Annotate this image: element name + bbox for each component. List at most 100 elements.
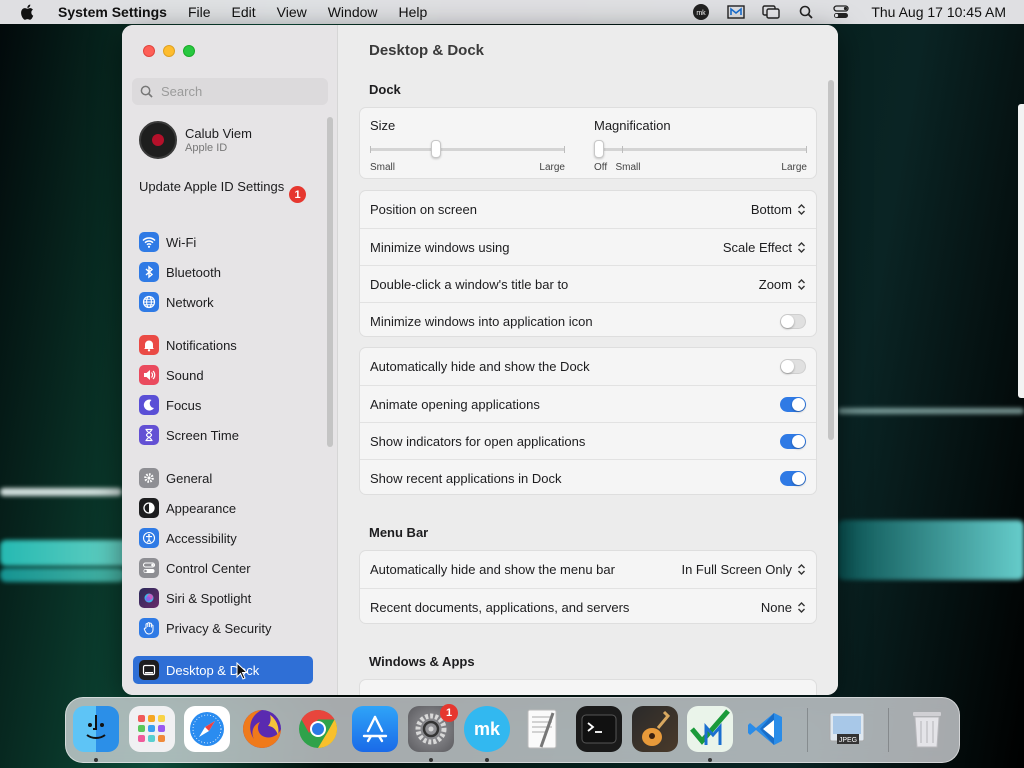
size-slider-thumb[interactable] (431, 140, 442, 158)
close-button[interactable] (143, 45, 155, 57)
auto-hide-menu-bar-popup[interactable]: In Full Screen Only (681, 562, 806, 577)
chevron-up-down-icon (798, 601, 805, 613)
menu-file[interactable]: File (188, 4, 211, 20)
mk-app-icon[interactable]: mk (464, 706, 510, 752)
screens-icon[interactable] (762, 4, 781, 20)
sidebar-item-general[interactable]: General (133, 464, 313, 492)
minimize-effect-popup[interactable]: Scale Effect (723, 240, 806, 255)
menu-window[interactable]: Window (328, 4, 378, 20)
garageband-icon[interactable] (632, 706, 678, 752)
sidebar-item-accessibility[interactable]: Accessibility (133, 524, 313, 552)
sidebar-item-sound[interactable]: Sound (133, 361, 313, 389)
account-name: Calub Viem (185, 126, 252, 141)
sidebar-item-label: Focus (166, 397, 202, 413)
menu-clock[interactable]: Thu Aug 17 10:45 AM (871, 4, 1006, 20)
sidebar-item-label: General (166, 470, 213, 486)
preview-icon[interactable]: JPEG (825, 706, 871, 752)
sidebar-item-network[interactable]: Network (133, 288, 313, 316)
sidebar-item-wifi[interactable]: Wi-Fi (133, 228, 313, 256)
sidebar-item-bluetooth[interactable]: Bluetooth (133, 258, 313, 286)
sidebar-item-label: Network (166, 294, 214, 310)
menu-app-name[interactable]: System Settings (58, 4, 167, 20)
sidebar-item-notifications[interactable]: Notifications (133, 331, 313, 359)
hourglass-icon (139, 425, 159, 445)
gear-icon (139, 468, 159, 488)
sidebar-item-appearance[interactable]: Appearance (133, 494, 313, 522)
recent-documents-popup[interactable]: None (761, 600, 806, 615)
wifi-icon (139, 232, 159, 252)
chevron-up-down-icon (798, 278, 805, 290)
mouse-cursor-icon (236, 662, 248, 680)
appearance-icon (139, 498, 159, 518)
update-apple-id-settings[interactable]: Update Apple ID Settings (139, 179, 309, 195)
sidebar-item-label: Control Center (166, 560, 251, 576)
search-field[interactable] (132, 78, 328, 105)
update-badge: 1 (289, 186, 306, 203)
sidebar-item-label: Accessibility (166, 530, 237, 546)
menu-help[interactable]: Help (399, 4, 428, 20)
account-subtitle: Apple ID (185, 142, 228, 154)
menu-edit[interactable]: Edit (232, 4, 256, 20)
zoom-button[interactable] (183, 45, 195, 57)
m-app-icon[interactable] (727, 4, 746, 20)
auto-hide-dock-toggle[interactable] (780, 359, 806, 374)
sidebar: Calub Viem Apple ID Update Apple ID Sett… (122, 25, 338, 695)
magnification-slider[interactable] (594, 140, 807, 158)
size-slider[interactable] (370, 140, 565, 158)
row-label: Minimize windows into application icon (370, 313, 593, 329)
sidebar-item-label: Wi-Fi (166, 234, 197, 250)
sidebar-item-siri-spotlight[interactable]: Siri & Spotlight (133, 584, 313, 612)
spotlight-icon[interactable] (797, 4, 815, 20)
minimize-button[interactable] (163, 45, 175, 57)
chevron-up-down-icon (798, 204, 805, 215)
search-input[interactable] (161, 84, 321, 99)
dock: 1 mk JPEG (65, 697, 960, 763)
row-animate-opening: Animate opening applications (360, 385, 816, 422)
page-title: Desktop & Dock (369, 42, 485, 59)
show-indicators-toggle[interactable] (780, 433, 806, 449)
sidebar-scrollbar[interactable] (327, 117, 333, 447)
running-indicator (429, 758, 433, 762)
minimize-into-icon-toggle[interactable] (780, 313, 806, 329)
apple-logo-icon[interactable] (20, 4, 34, 20)
popup-value: In Full Screen Only (681, 562, 792, 577)
chrome-icon[interactable] (295, 706, 341, 752)
search-icon (140, 85, 153, 98)
trash-icon[interactable] (904, 706, 950, 752)
double-click-popup[interactable]: Zoom (759, 277, 806, 292)
terminal-icon[interactable] (576, 706, 622, 752)
row-label: Automatically hide and show the menu bar (370, 562, 615, 577)
sidebar-item-focus[interactable]: Focus (133, 391, 313, 419)
position-popup[interactable]: Bottom (751, 202, 806, 217)
sidebar-item-control-center[interactable]: Control Center (133, 554, 313, 582)
menu-view[interactable]: View (277, 4, 307, 20)
row-label: Recent documents, applications, and serv… (370, 599, 630, 615)
moon-icon (139, 395, 159, 415)
show-recent-apps-toggle[interactable] (780, 470, 806, 486)
sidebar-item-privacy-security[interactable]: Privacy & Security (133, 614, 313, 642)
sidebar-item-desktop-dock[interactable]: Desktop & Dock (133, 656, 313, 684)
magnification-slider-block: Magnification Off Small Large (594, 118, 807, 173)
running-indicator (708, 758, 712, 762)
m-checkmark-icon[interactable] (687, 706, 733, 752)
safari-icon[interactable] (184, 706, 230, 752)
sidebar-item-screen-time[interactable]: Screen Time (133, 421, 313, 449)
animate-opening-toggle[interactable] (780, 396, 806, 412)
section-heading-windows-apps: Windows & Apps (369, 654, 475, 669)
launchpad-icon[interactable] (129, 706, 175, 752)
vscode-icon[interactable] (742, 706, 788, 752)
background-window-edge (1018, 104, 1024, 398)
row-recent-documents: Recent documents, applications, and serv… (360, 588, 816, 625)
magnification-slider-thumb[interactable] (594, 140, 604, 158)
firefox-icon[interactable] (239, 706, 285, 752)
textedit-icon[interactable] (520, 706, 566, 752)
popup-value: Bottom (750, 202, 792, 217)
finder-icon[interactable] (73, 706, 119, 752)
mk-icon[interactable]: mk (692, 4, 710, 20)
apple-id-account[interactable]: Calub Viem Apple ID (139, 121, 252, 159)
sidebar-item-label: Sound (166, 367, 204, 383)
app-store-icon[interactable] (352, 706, 398, 752)
system-settings-icon[interactable]: 1 (408, 704, 458, 752)
content-scrollbar[interactable] (828, 80, 834, 440)
control-center-icon[interactable] (832, 4, 850, 20)
